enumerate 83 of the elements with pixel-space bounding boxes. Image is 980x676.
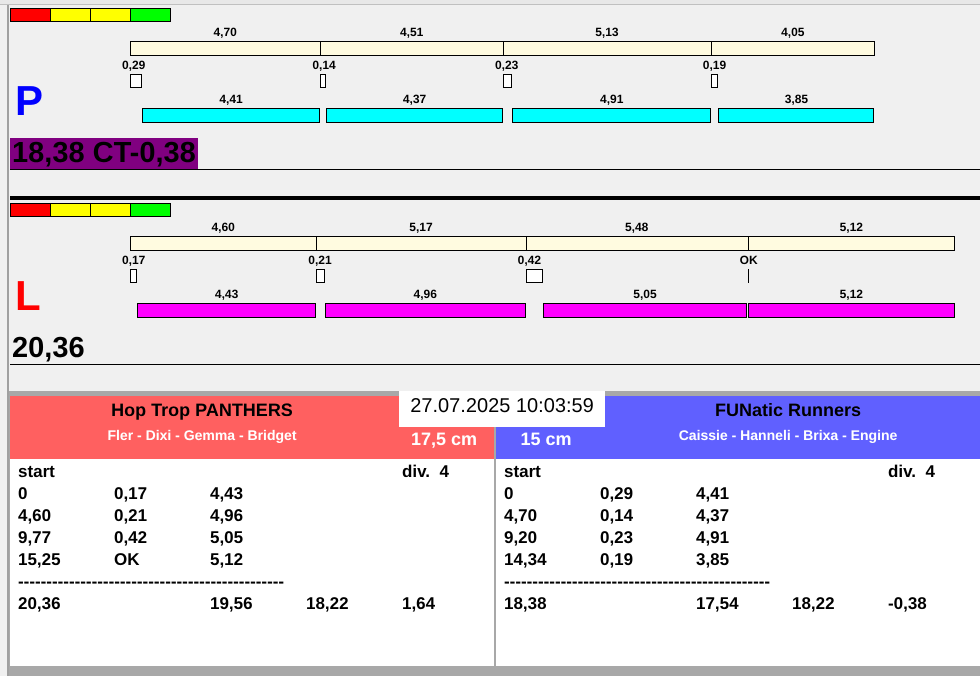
reaction-time: OK [740, 253, 758, 267]
dog-names: Fler - Dixi - Gemma - Bridget [107, 426, 297, 444]
run-time: 4,37 [402, 92, 428, 106]
result-cell-text: 5,12 [210, 549, 244, 571]
start-label: start [18, 461, 56, 483]
lane-total: 20,36 [11, 333, 86, 364]
team-name: FUNatic Runners [714, 399, 862, 421]
reaction-box [710, 74, 718, 88]
result-cell-text: OK [114, 549, 140, 571]
total-cell-text: 19,56 [210, 593, 254, 615]
split-time: 5,17 [408, 220, 434, 234]
separator-line: ----------------------------------------------- [504, 572, 770, 591]
start-label: start [504, 461, 542, 483]
result-cell-text: 4,41 [696, 483, 730, 505]
run-time: 3,85 [784, 92, 810, 106]
run-time: 4,91 [599, 92, 624, 106]
total-cell-text: 17,54 [696, 593, 740, 615]
reaction-box [316, 269, 325, 283]
division-label: div. 4 [888, 461, 936, 483]
lane-total: 18,38 CT-0,38 [10, 138, 198, 169]
split-time: 4,60 [210, 220, 236, 234]
result-cell-text: 0,14 [600, 505, 634, 527]
result-cell-text: 3,85 [696, 549, 730, 571]
split-time: 5,13 [594, 25, 620, 39]
result-cell-text: 0,17 [114, 483, 148, 505]
result-cell-text: 5,05 [210, 527, 244, 549]
result-cell-text: 4,70 [504, 505, 538, 527]
result-cell-text: 4,91 [696, 527, 730, 549]
lane-letter: L [15, 275, 41, 317]
result-cell-text: 4,43 [210, 483, 244, 505]
reaction-box [130, 74, 142, 88]
result-cell-text: 0,42 [114, 527, 148, 549]
total-cell-text: 18,22 [306, 593, 350, 615]
result-cell-text: 4,37 [696, 505, 730, 527]
result-cell-text: 4,96 [210, 505, 244, 527]
signal-lights-icon [10, 8, 171, 22]
run-time: 5,05 [632, 287, 658, 301]
jump-height: 17,5 cm [410, 428, 478, 451]
total-cell-text: 1,64 [402, 593, 436, 615]
result-cell-text: 0,29 [600, 483, 634, 505]
team-name: Hop Trop PANTHERS [111, 399, 293, 421]
split-time: 4,05 [780, 25, 806, 39]
result-cell-text: 15,25 [18, 549, 62, 571]
reaction-box [503, 74, 512, 88]
result-cell-text: 4,60 [18, 505, 52, 527]
split-time: 4,70 [212, 25, 238, 39]
jump-height: 15 cm [520, 428, 572, 451]
split-time: 4,51 [398, 25, 424, 39]
reaction-time: 0,14 [312, 58, 336, 72]
reaction-box [526, 269, 543, 283]
result-cell-text: 0,23 [600, 527, 634, 549]
reaction-time: 0,29 [122, 58, 146, 72]
date-time: 27.07.2025 10:03:59 [399, 391, 605, 427]
total-cell-text: 18,22 [792, 593, 836, 615]
separator-line: ----------------------------------------------- [18, 572, 284, 591]
result-cell-text: 9,20 [504, 527, 538, 549]
reaction-time: 0,17 [122, 253, 146, 267]
result-cell-text: 0 [18, 483, 28, 505]
result-cell-text: 0,19 [600, 549, 634, 571]
reaction-time: 0,23 [495, 58, 518, 72]
total-cell-text: 20,36 [18, 593, 62, 615]
run-time: 4,96 [412, 287, 438, 301]
signal-lights-icon [10, 203, 171, 217]
reaction-time: 0,21 [308, 253, 332, 267]
split-time: 5,48 [624, 220, 650, 234]
run-time: 4,43 [214, 287, 240, 301]
division-label: div. 4 [402, 461, 450, 483]
result-cell-text: 0,21 [114, 505, 148, 527]
result-cell-text: 0 [504, 483, 514, 505]
reaction-box [130, 269, 137, 283]
reaction-time: 0,19 [702, 58, 726, 72]
handover-tick [748, 269, 749, 283]
result-cell-text: 14,34 [504, 549, 548, 571]
dog-names: Caissie - Hanneli - Brixa - Engine [678, 426, 898, 444]
total-cell-text: -0,38 [888, 593, 928, 615]
reaction-box [320, 74, 326, 88]
split-time: 5,12 [838, 220, 864, 234]
lane-letter: P [15, 80, 44, 122]
run-time: 4,41 [218, 92, 244, 106]
run-time: 5,12 [838, 287, 864, 301]
total-cell-text: 18,38 [504, 593, 548, 615]
reaction-time: 0,42 [518, 253, 542, 267]
result-cell-text: 9,77 [18, 527, 52, 549]
